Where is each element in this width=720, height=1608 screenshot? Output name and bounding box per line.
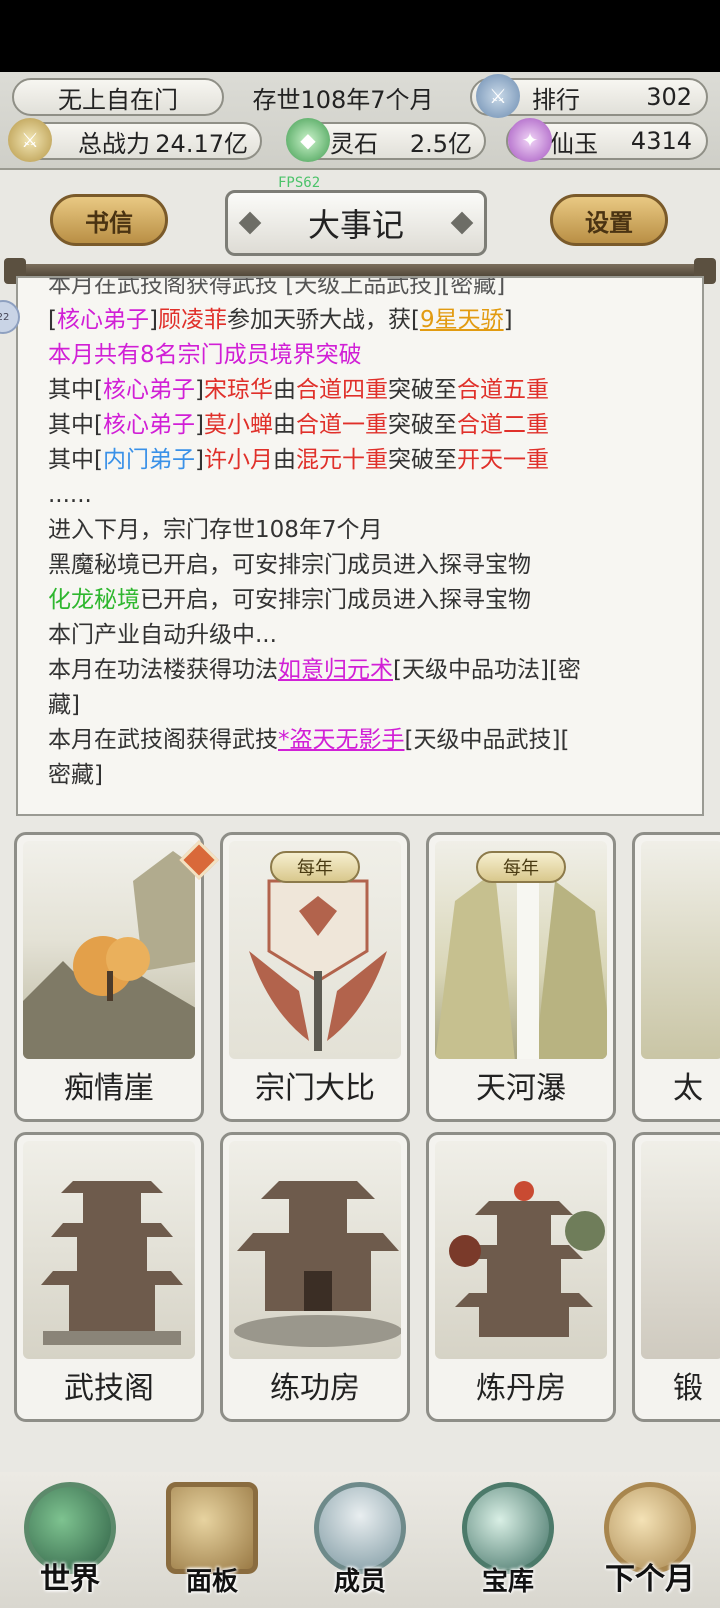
sect-name-plate: 无上自在门 bbox=[12, 78, 224, 116]
nav-label: 下个月 bbox=[605, 1562, 695, 1597]
log-line: 本门产业自动升级中... bbox=[48, 622, 277, 648]
system-status-bar bbox=[0, 0, 720, 72]
card-martial-pavilion[interactable]: 武技阁 bbox=[14, 1132, 204, 1422]
card-sect-tournament[interactable]: 每年 宗门大比 bbox=[220, 832, 410, 1122]
letters-button[interactable]: 书信 bbox=[50, 194, 168, 246]
card-training-room[interactable]: 练功房 bbox=[220, 1132, 410, 1422]
yearly-badge: 每年 bbox=[270, 851, 360, 883]
nav-treasury-button[interactable]: 宝库 bbox=[446, 1478, 570, 1602]
skill-link[interactable]: 如意归元术 bbox=[278, 657, 393, 683]
log-line: 本月共有8名宗门成员境界突破 bbox=[48, 342, 362, 368]
settings-button[interactable]: 设置 bbox=[550, 194, 668, 246]
hall-scene bbox=[229, 1141, 401, 1359]
combat-power-value: 24.17亿 bbox=[155, 129, 248, 158]
sect-age: 存世108年7个月 bbox=[252, 85, 434, 114]
immortal-jade-label: 仙玉 bbox=[550, 129, 598, 158]
log-line: 藏] bbox=[48, 692, 80, 718]
log-line: [核心弟子]顾凌菲参加天骄大战，获[9星天骄] bbox=[48, 307, 513, 333]
card-alchemy-room[interactable]: 炼丹房 bbox=[426, 1132, 616, 1422]
log-line: ...... bbox=[48, 482, 92, 508]
fps-counter: FPS62 bbox=[278, 175, 321, 191]
combat-power-icon: ⚔ bbox=[8, 118, 52, 162]
title-ornament-right-icon bbox=[450, 211, 474, 235]
log-line: 化龙秘境已开启，可安排宗门成员进入探寻宝物 bbox=[48, 587, 531, 613]
nav-label: 成员 bbox=[333, 1567, 386, 1597]
log-line: 本月在武技阁获得武技*盗天无影手[天级中品武技][ bbox=[48, 727, 570, 753]
page-title: 大事记 bbox=[225, 190, 487, 256]
nav-members-button[interactable]: 成员 bbox=[298, 1478, 422, 1602]
immortal-jade-value: 4314 bbox=[630, 127, 692, 155]
skill-link[interactable]: *盗天无影手 bbox=[278, 727, 405, 753]
log-line: 本月在功法楼获得功法如意归元术[天级中品功法][密 bbox=[48, 657, 581, 683]
card-label: 天河瀑 bbox=[476, 1071, 566, 1106]
pagoda-scene bbox=[23, 1141, 195, 1359]
nav-label: 宝库 bbox=[481, 1567, 534, 1597]
log-line: 其中[核心弟子]宋琼华由合道四重突破至合道五重 bbox=[48, 377, 549, 403]
log-line: 密藏] bbox=[48, 762, 103, 788]
log-line: 黑魔秘境已开启，可安排宗门成员进入探寻宝物 bbox=[48, 552, 531, 578]
immortal-jade-icon: ✦ bbox=[508, 118, 552, 162]
card-label: 锻 bbox=[673, 1371, 703, 1406]
nav-label: 世界 bbox=[40, 1562, 100, 1597]
nav-next-month-button[interactable]: 下个月 bbox=[588, 1478, 712, 1602]
partial-scene bbox=[641, 841, 720, 1059]
cliff-scene bbox=[23, 841, 195, 1059]
rank-icon: ⚔ bbox=[476, 74, 520, 118]
card-label: 宗门大比 bbox=[255, 1071, 375, 1106]
card-label: 痴情崖 bbox=[64, 1071, 154, 1106]
partial-scene bbox=[641, 1141, 720, 1359]
card-waterfall[interactable]: 每年 天河瀑 bbox=[426, 832, 616, 1122]
spirit-stone-icon: ◆ bbox=[286, 118, 330, 162]
rank-value: 302 bbox=[646, 83, 692, 111]
resource-bar: 无上自在门 存世108年7个月 排行 302 ⚔ 总战力 24.17亿 ⚔ 灵石… bbox=[0, 72, 720, 170]
sect-age-plate: 存世108年7个月 bbox=[228, 78, 458, 116]
card-label: 太 bbox=[673, 1071, 703, 1106]
card-label: 炼丹房 bbox=[476, 1371, 566, 1406]
card-partial[interactable]: 太 bbox=[632, 832, 720, 1122]
spirit-stone-label: 灵石 bbox=[330, 129, 378, 158]
log-line-partial: 本月在武技阁获得武技 [天级上品武技][密藏] bbox=[48, 276, 506, 298]
nav-panel-button[interactable]: 面板 bbox=[150, 1478, 274, 1602]
log-line: 其中[核心弟子]莫小蝉由合道一重突破至合道二重 bbox=[48, 412, 549, 438]
card-partial[interactable]: 锻 bbox=[632, 1132, 720, 1422]
nav-label: 面板 bbox=[185, 1567, 238, 1597]
yearly-badge: 每年 bbox=[476, 851, 566, 883]
alchemy-scene bbox=[435, 1141, 607, 1359]
bottom-nav: 世界 面板 成员 宝库 下个月 bbox=[0, 1472, 720, 1608]
event-log[interactable]: 本月在武技阁获得武技 [天级上品武技][密藏] [核心弟子]顾凌菲参加天骄大战，… bbox=[16, 276, 704, 816]
log-line: 进入下月，宗门存世108年7个月 bbox=[48, 517, 383, 543]
sect-name: 无上自在门 bbox=[58, 85, 178, 114]
card-label: 练功房 bbox=[270, 1371, 360, 1406]
rank-label: 排行 bbox=[532, 85, 580, 114]
card-cliff[interactable]: 痴情崖 bbox=[14, 832, 204, 1122]
title-ornament-left-icon bbox=[238, 211, 262, 235]
log-line: 其中[内门弟子]许小月由混元十重突破至开天一重 bbox=[48, 447, 549, 473]
combat-power-label: 总战力 bbox=[78, 129, 150, 158]
card-label: 武技阁 bbox=[64, 1371, 154, 1406]
page-title-text: 大事记 bbox=[307, 206, 404, 244]
nav-world-button[interactable]: 世界 bbox=[8, 1478, 132, 1602]
spirit-stone-value: 2.5亿 bbox=[409, 129, 472, 158]
